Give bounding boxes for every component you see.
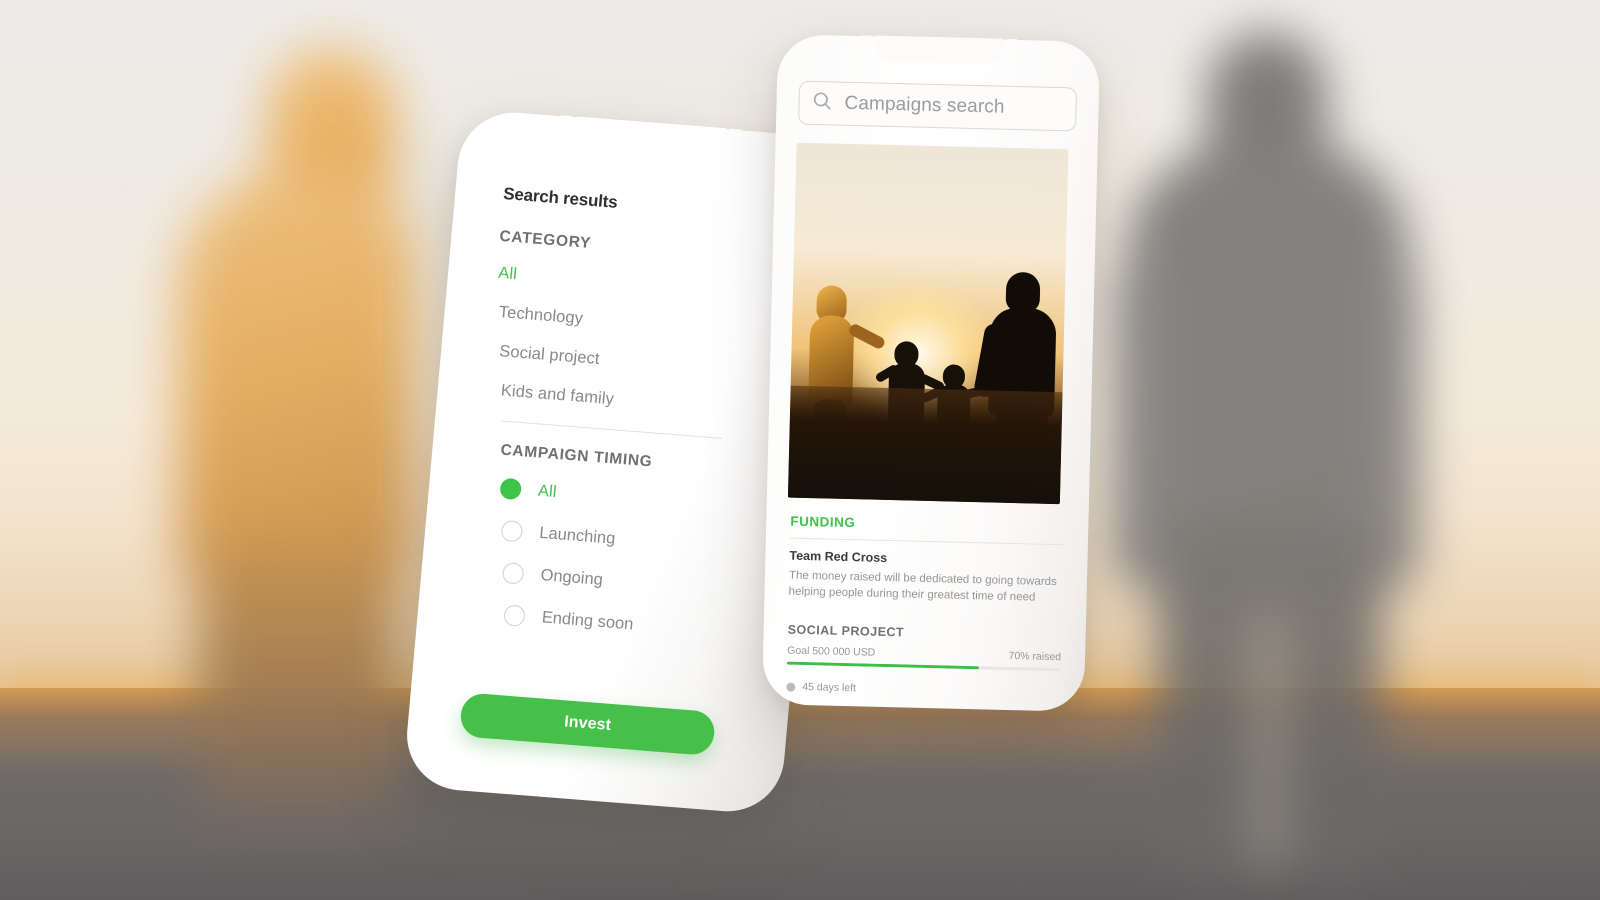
clock-icon xyxy=(786,682,796,692)
category-heading: CATEGORY xyxy=(498,227,592,252)
radio-option-launching[interactable]: Launching xyxy=(500,519,764,561)
phone-mockup-campaign: Campaigns search FUNDING Team Red Cross … xyxy=(761,34,1101,712)
category-list: All Technology Social project Kids and f… xyxy=(485,264,786,422)
search-placeholder: Campaigns search xyxy=(844,92,1005,118)
goal-row: Goal 500 000 USD 70% raised xyxy=(787,644,1061,663)
campaign-title: Team Red Cross xyxy=(789,548,888,565)
raised-percent: 70% raised xyxy=(1008,649,1062,663)
radio-dot-icon xyxy=(499,477,523,501)
radio-dot-icon xyxy=(503,604,526,627)
campaign-description: The money raised will be dedicated to go… xyxy=(788,569,1057,604)
radio-label: Launching xyxy=(538,523,617,548)
section-divider xyxy=(501,420,723,439)
background-silhouette-right xyxy=(1095,10,1445,870)
campaign-hero-image xyxy=(787,142,1069,505)
category-item-technology[interactable]: Technology xyxy=(498,303,783,344)
progress-bar xyxy=(786,661,1061,672)
radio-dot-icon xyxy=(501,562,525,585)
category-item-social-project[interactable]: Social project xyxy=(498,342,779,383)
campaign-card: FUNDING Team Red Cross The money raised … xyxy=(784,498,1067,700)
page-title: Search results xyxy=(502,183,619,212)
radio-dot-icon xyxy=(500,519,524,543)
invest-button[interactable]: Invest xyxy=(458,692,717,757)
radio-option-ending-soon[interactable]: Ending soon xyxy=(503,604,756,645)
radio-option-ongoing[interactable]: Ongoing xyxy=(501,562,760,603)
search-input[interactable]: Campaigns search xyxy=(798,80,1078,132)
campaign-timing-radio-group: All Launching Ongoing Ending soon xyxy=(465,476,767,645)
card-divider xyxy=(789,537,1064,546)
days-left-row: 45 days left xyxy=(786,681,1060,700)
radio-label: Ending soon xyxy=(541,608,635,634)
category-item-kids-and-family[interactable]: Kids and family xyxy=(500,381,776,422)
background-silhouette-left xyxy=(120,20,450,830)
progress-bar-fill xyxy=(786,661,979,670)
campaign-category-label: SOCIAL PROJECT xyxy=(787,622,905,640)
category-item-all[interactable]: All xyxy=(497,264,786,306)
days-left-text: 45 days left xyxy=(802,681,857,695)
radio-label: Ongoing xyxy=(539,566,604,589)
campaign-screen: Campaigns search FUNDING Team Red Cross … xyxy=(762,34,1100,712)
radio-option-all[interactable]: All xyxy=(499,477,767,520)
status-badge: FUNDING xyxy=(790,513,856,531)
search-icon xyxy=(811,90,833,117)
radio-label: All xyxy=(537,481,558,501)
goal-amount: Goal 500 000 USD xyxy=(787,644,876,659)
campaign-timing-heading: CAMPAIGN TIMING xyxy=(499,441,654,471)
